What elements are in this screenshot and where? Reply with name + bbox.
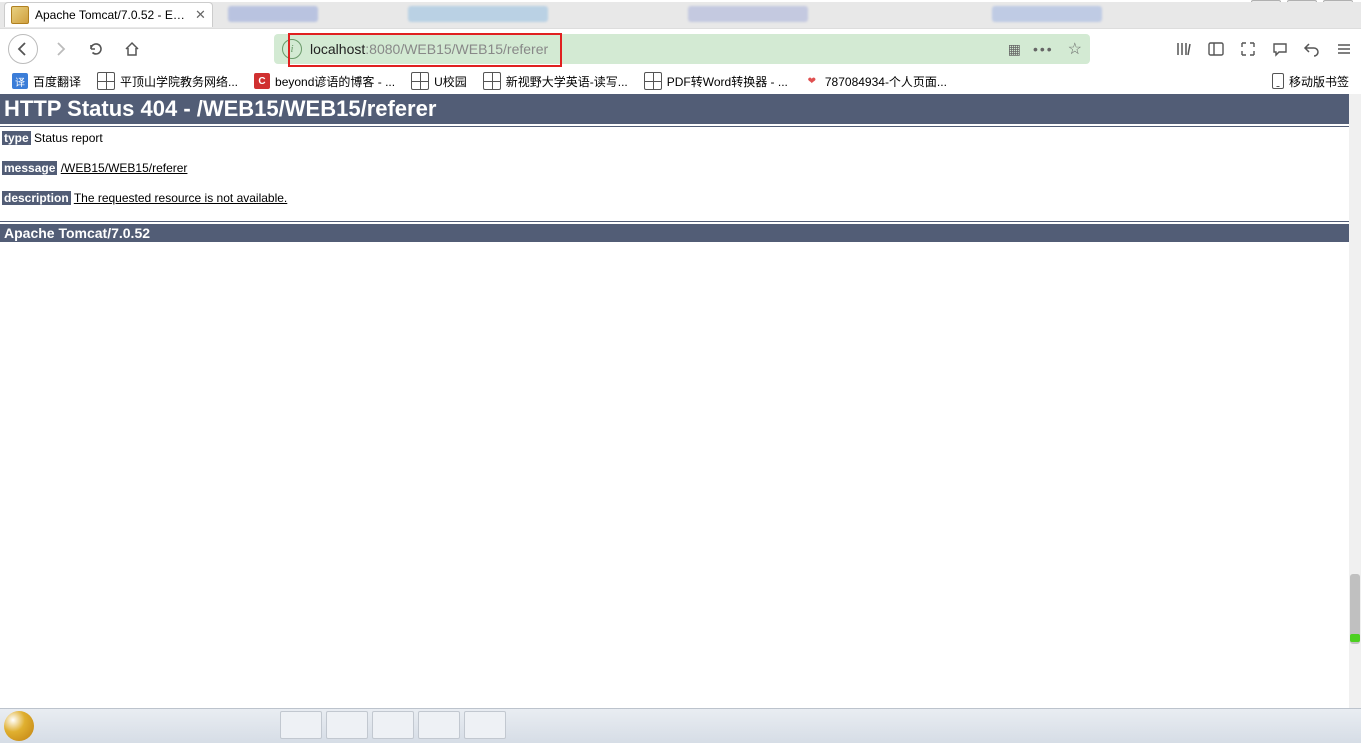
home-button[interactable] — [118, 35, 146, 63]
bookmark-label: beyond谚语的博客 - ... — [275, 73, 395, 90]
home-icon — [124, 41, 140, 57]
globe-icon — [97, 72, 115, 90]
mobile-bookmarks[interactable]: 移动版书签 — [1266, 71, 1355, 92]
windows-taskbar — [0, 708, 1361, 743]
message-value: /WEB15/WEB15/referer — [61, 161, 188, 175]
url-path: /WEB15/WEB15/referer — [400, 41, 548, 57]
bookmark-ucampus[interactable]: U校园 — [405, 70, 473, 92]
address-bar-actions: ▦ ••• ☆ — [1008, 39, 1082, 59]
bookmarks-right: 移动版书签 — [1266, 71, 1355, 92]
taskbar-app[interactable] — [372, 711, 414, 739]
bookmark-label: PDF转Word转换器 - ... — [667, 73, 788, 90]
taskbar-app[interactable] — [326, 711, 368, 739]
type-value: Status report — [31, 131, 103, 145]
taskbar-app[interactable] — [464, 711, 506, 739]
page-actions-icon[interactable]: ••• — [1033, 41, 1054, 57]
arrow-left-icon — [15, 41, 31, 57]
status-description-line: description The requested resource is no… — [2, 191, 1347, 205]
bookmark-beyond-blog[interactable]: C beyond谚语的博客 - ... — [248, 71, 401, 92]
bookmark-label: 787084934-个人页面... — [825, 73, 947, 90]
toolbar-right — [1175, 40, 1353, 58]
type-label: type — [2, 131, 31, 145]
screenshot-icon[interactable] — [1239, 40, 1257, 58]
forward-button[interactable] — [46, 35, 74, 63]
tab-title: Apache Tomcat/7.0.52 - Erro — [35, 8, 185, 22]
status-message-line: message /WEB15/WEB15/referer — [2, 161, 1347, 175]
bookmark-pdf-to-word[interactable]: PDF转Word转换器 - ... — [638, 70, 794, 92]
bookmark-label: 移动版书签 — [1289, 73, 1349, 90]
url-host: localhost — [310, 41, 365, 57]
bookmark-label: 百度翻译 — [33, 73, 81, 90]
bookmark-label: 新视野大学英语-读写... — [506, 73, 628, 90]
url-port: :8080 — [365, 41, 400, 57]
status-type-line: type Status report — [2, 131, 1347, 145]
bookmarks-bar: 译 百度翻译 平顶山学院教务网络... C beyond谚语的博客 - ... … — [0, 68, 1361, 95]
divider — [0, 221, 1349, 222]
tab-close-button[interactable]: ✕ — [195, 7, 206, 23]
translate-icon: 译 — [12, 73, 28, 89]
url-text: localhost:8080/WEB15/WEB15/referer — [310, 41, 548, 57]
address-bar[interactable]: i localhost:8080/WEB15/WEB15/referer ▦ •… — [274, 34, 1090, 64]
vertical-scrollbar[interactable] — [1349, 94, 1361, 708]
bookmark-pds-college[interactable]: 平顶山学院教务网络... — [91, 70, 244, 92]
menu-button[interactable] — [1335, 40, 1353, 58]
description-label: description — [2, 191, 71, 205]
page-content: HTTP Status 404 - /WEB15/WEB15/referer t… — [0, 94, 1349, 708]
back-button[interactable] — [8, 34, 38, 64]
bookmark-baidu-translate[interactable]: 译 百度翻译 — [6, 71, 87, 92]
message-label: message — [2, 161, 57, 175]
globe-icon — [644, 72, 662, 90]
qr-icon[interactable]: ▦ — [1008, 41, 1019, 58]
bookmark-label: U校园 — [434, 73, 467, 90]
tomcat-footer: Apache Tomcat/7.0.52 — [0, 224, 1349, 242]
taskbar-app[interactable] — [280, 711, 322, 739]
arrow-right-icon — [52, 41, 68, 57]
taskbar-app[interactable] — [418, 711, 460, 739]
reload-icon — [88, 41, 104, 57]
library-icon[interactable] — [1175, 40, 1193, 58]
bookmark-new-horizon[interactable]: 新视野大学英语-读写... — [477, 70, 634, 92]
chat-icon[interactable] — [1271, 40, 1289, 58]
description-value: The requested resource is not available. — [74, 191, 287, 205]
reload-button[interactable] — [82, 35, 110, 63]
globe-icon — [483, 72, 501, 90]
navigation-toolbar: i localhost:8080/WEB15/WEB15/referer ▦ •… — [0, 28, 1361, 70]
globe-icon — [411, 72, 429, 90]
csdn-icon: C — [254, 73, 270, 89]
active-tab[interactable]: Apache Tomcat/7.0.52 - Erro ✕ — [4, 2, 213, 27]
bookmark-star-icon[interactable]: ☆ — [1068, 39, 1082, 59]
mobile-icon — [1272, 73, 1284, 89]
bookmark-label: 平顶山学院教务网络... — [120, 73, 238, 90]
divider — [0, 126, 1349, 127]
site-info-icon[interactable]: i — [282, 39, 302, 59]
start-button[interactable] — [4, 711, 34, 741]
tomcat-favicon-icon — [11, 6, 29, 24]
scrollbar-accent — [1350, 634, 1360, 642]
tab-strip: Apache Tomcat/7.0.52 - Erro ✕ — [0, 0, 1361, 28]
http-status-heading: HTTP Status 404 - /WEB15/WEB15/referer — [0, 94, 1349, 124]
bookmark-personal-page[interactable]: ❤ 787084934-个人页面... — [798, 71, 953, 92]
undo-nav-icon[interactable] — [1303, 40, 1321, 58]
heart-icon: ❤ — [804, 73, 820, 89]
sidebar-icon[interactable] — [1207, 40, 1225, 58]
